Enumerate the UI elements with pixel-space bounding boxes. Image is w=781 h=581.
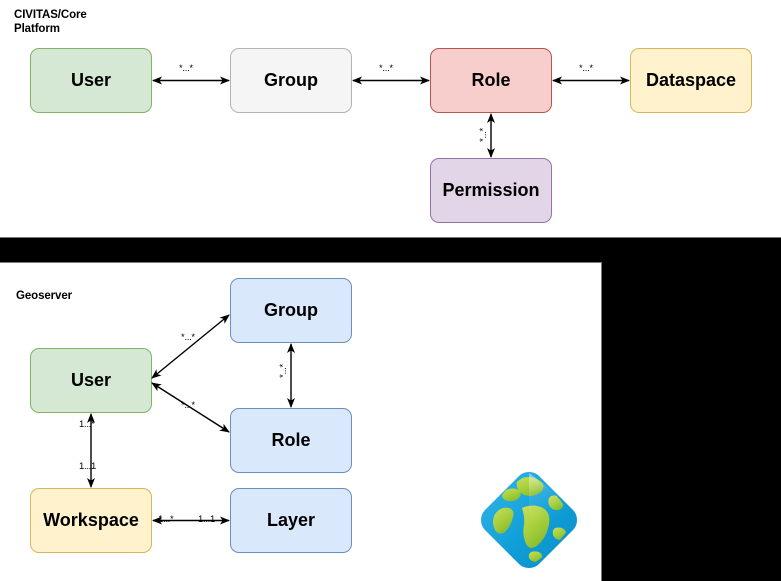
edge-label-user-group-core: *...* xyxy=(179,63,193,74)
node-group-geoserver[interactable]: Group xyxy=(230,278,352,343)
edge-label-workspace-layer-near-workspace: 1...* xyxy=(158,514,174,525)
edge-label-workspace-user-near-user: 1...* xyxy=(79,419,95,430)
geoserver-globe-logo xyxy=(481,472,577,568)
edge-label-workspace-layer-near-layer: 1...1 xyxy=(198,514,215,525)
edge-label-workspace-user-near-workspace: 1...1 xyxy=(79,461,96,472)
edge-label-role-permission-core: *...* xyxy=(477,128,489,142)
edge-label-user-group-geoserver: *...* xyxy=(181,332,195,343)
node-user-geoserver[interactable]: User xyxy=(30,348,152,413)
node-role-geoserver[interactable]: Role xyxy=(230,408,352,473)
edge-label-group-role-geoserver: *...* xyxy=(277,364,289,378)
node-user-core[interactable]: User xyxy=(30,48,152,113)
diagram-canvas: CIVITAS/Core Platform User Group Role Da… xyxy=(0,0,781,581)
node-layer-geoserver[interactable]: Layer xyxy=(230,488,352,553)
node-role-core[interactable]: Role xyxy=(430,48,552,113)
node-permission-core[interactable]: Permission xyxy=(430,158,552,223)
node-workspace-geoserver[interactable]: Workspace xyxy=(30,488,152,553)
node-group-core[interactable]: Group xyxy=(230,48,352,113)
node-dataspace-core[interactable]: Dataspace xyxy=(630,48,752,113)
civitas-core-platform-panel: CIVITAS/Core Platform xyxy=(0,0,781,238)
edge-label-user-role-geoserver: *...* xyxy=(181,400,195,411)
edge-label-role-dataspace-core: *...* xyxy=(579,63,593,74)
civitas-core-platform-title: CIVITAS/Core Platform xyxy=(14,9,87,35)
geoserver-title: Geoserver xyxy=(16,290,72,302)
edge-label-group-role-core: *...* xyxy=(379,63,393,74)
